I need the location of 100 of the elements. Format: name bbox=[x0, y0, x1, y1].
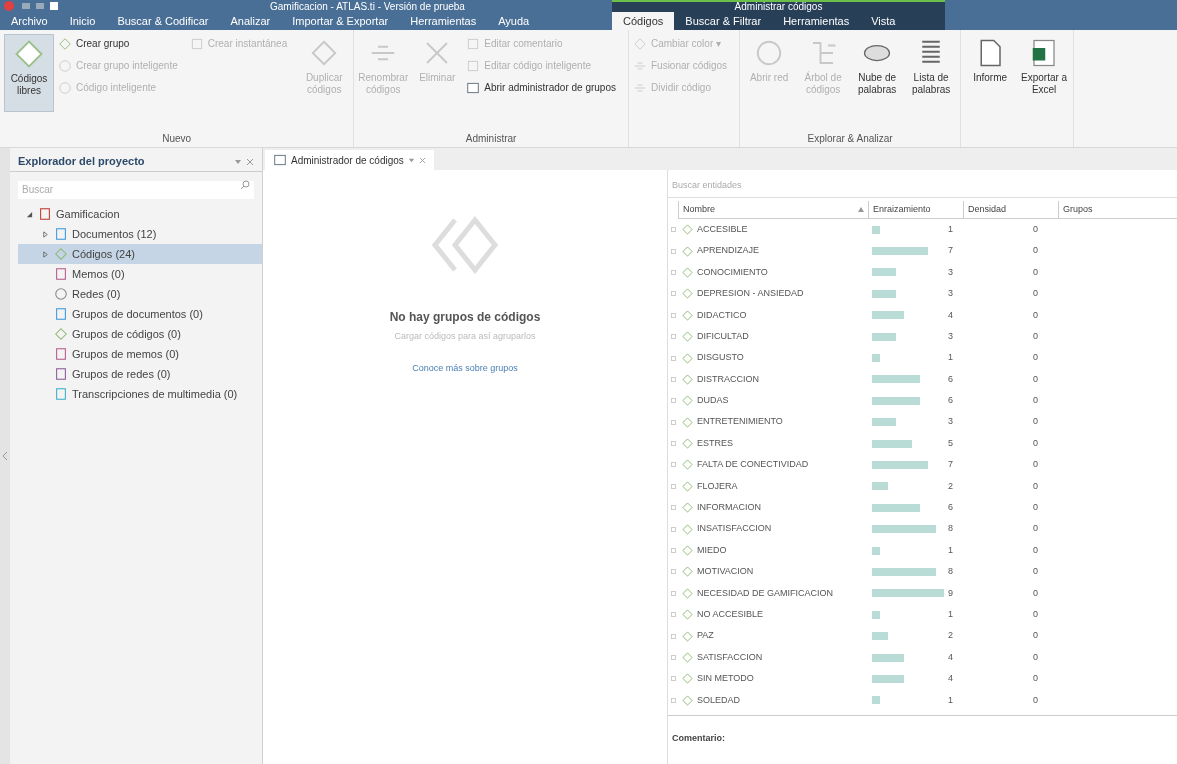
code-name: CONOCIMIENTO bbox=[697, 265, 768, 279]
checkbox-icon[interactable] bbox=[670, 227, 676, 233]
ribbon-small-button[interactable]: Crear grupo bbox=[58, 34, 178, 53]
density-count: 0 bbox=[1033, 607, 1038, 621]
menu-tab[interactable]: Inicio bbox=[58, 12, 107, 30]
menu-tab[interactable]: Herramientas bbox=[772, 12, 861, 30]
checkbox-icon[interactable] bbox=[670, 398, 676, 404]
menu-tab[interactable]: Buscar & Filtrar bbox=[674, 12, 773, 30]
checkbox-icon[interactable] bbox=[670, 612, 676, 618]
checkbox-icon[interactable] bbox=[670, 590, 676, 596]
checkbox-icon[interactable] bbox=[670, 419, 676, 425]
tree-item[interactable]: Códigos (24) bbox=[18, 244, 262, 264]
diamond-icon bbox=[682, 652, 693, 663]
tree-item[interactable]: Grupos de redes (0) bbox=[18, 364, 262, 384]
column-header[interactable]: Nombre bbox=[678, 201, 868, 218]
tree-item-label: Redes (0) bbox=[72, 286, 121, 302]
ribbon-button[interactable]: Lista de palabras bbox=[906, 34, 957, 112]
checkbox-icon[interactable] bbox=[670, 526, 676, 532]
checkbox-icon[interactable] bbox=[670, 676, 676, 682]
menu-tab[interactable]: Importar & Exportar bbox=[281, 12, 400, 30]
checkbox-icon[interactable] bbox=[670, 334, 676, 340]
ribbon-button[interactable]: Exportar a Excel bbox=[1019, 34, 1070, 112]
tree-item[interactable]: Grupos de memos (0) bbox=[18, 344, 262, 364]
code-name: DEPRESION - ANSIEDAD bbox=[697, 287, 804, 301]
search-field[interactable]: Buscar bbox=[18, 180, 254, 199]
square-icon bbox=[189, 36, 204, 51]
checkbox-icon[interactable] bbox=[670, 355, 676, 361]
menu-tab[interactable]: Vista bbox=[860, 12, 907, 30]
rooting-count: 3 bbox=[948, 415, 953, 429]
expand-arrow-icon[interactable] bbox=[41, 250, 49, 258]
dropdown-icon[interactable] bbox=[407, 156, 415, 164]
density-count: 0 bbox=[1033, 479, 1038, 493]
ribbon-button[interactable]: Informe bbox=[965, 34, 1016, 112]
diamond-icon bbox=[682, 266, 693, 278]
checkbox-icon[interactable] bbox=[670, 505, 676, 511]
collapse-panel-icon[interactable] bbox=[2, 452, 8, 460]
density-count: 0 bbox=[1033, 436, 1038, 450]
checkbox-icon[interactable] bbox=[670, 248, 676, 254]
density-count: 0 bbox=[1033, 329, 1038, 343]
tree-item[interactable]: Grupos de documentos (0) bbox=[18, 304, 262, 324]
checkbox-icon[interactable] bbox=[670, 697, 676, 703]
column-header[interactable]: Enraizamiento bbox=[868, 201, 963, 218]
diamond-icon bbox=[682, 438, 693, 450]
tree-item[interactable]: Memos (0) bbox=[18, 264, 262, 284]
rooting-bar bbox=[872, 354, 880, 363]
checkbox-icon[interactable] bbox=[670, 569, 676, 575]
diamond-icon bbox=[682, 373, 693, 385]
diamond-icon bbox=[682, 331, 693, 343]
density-count: 0 bbox=[1033, 351, 1038, 365]
tree-item[interactable]: Grupos de códigos (0) bbox=[18, 324, 262, 344]
rooting-bar bbox=[872, 696, 880, 705]
rooting-bar bbox=[872, 546, 880, 555]
checkbox-icon[interactable] bbox=[670, 312, 676, 318]
rooting-count: 7 bbox=[948, 244, 953, 258]
expand-arrow-icon[interactable] bbox=[41, 230, 49, 238]
checkbox-icon[interactable] bbox=[670, 462, 676, 468]
checkbox-icon[interactable] bbox=[670, 376, 676, 382]
menu-tab[interactable]: Buscar & Codificar bbox=[106, 12, 220, 30]
tree-item-label: Grupos de memos (0) bbox=[72, 346, 179, 362]
checkbox-icon[interactable] bbox=[670, 441, 676, 447]
close-icon[interactable] bbox=[246, 157, 254, 166]
tree-item[interactable]: Gamificacion bbox=[18, 204, 262, 224]
diamond-icon bbox=[682, 395, 693, 407]
checkbox-icon[interactable] bbox=[670, 269, 676, 275]
density-count: 0 bbox=[1033, 501, 1038, 514]
column-header[interactable]: Densidad bbox=[963, 201, 1058, 218]
rooting-bar bbox=[872, 632, 888, 641]
search-icon[interactable] bbox=[240, 180, 250, 190]
menu-tab[interactable]: Ayuda bbox=[487, 12, 541, 30]
checkbox-icon[interactable] bbox=[670, 483, 676, 489]
learn-more-link[interactable]: Conoce más sobre grupos bbox=[412, 361, 518, 375]
pin-icon[interactable] bbox=[234, 157, 242, 166]
checkbox-icon[interactable] bbox=[670, 548, 676, 554]
tree-item[interactable]: Transcripciones de multimedia (0) bbox=[18, 384, 262, 404]
menu-tab[interactable]: Códigos bbox=[612, 12, 675, 30]
tree-item[interactable]: Redes (0) bbox=[18, 284, 262, 304]
column-header[interactable]: Grupos bbox=[1058, 201, 1177, 218]
checkbox-icon[interactable] bbox=[670, 633, 676, 639]
diamond-icon bbox=[682, 309, 693, 321]
rooting-count: 1 bbox=[948, 693, 953, 707]
document-tab[interactable]: Administrador de códigos bbox=[265, 150, 434, 170]
search-field[interactable]: Buscar entidades bbox=[672, 178, 1173, 193]
code-name: DIDACTICO bbox=[697, 308, 747, 322]
checkbox-icon[interactable] bbox=[670, 655, 676, 660]
density-count: 0 bbox=[1033, 543, 1038, 557]
checkbox-icon[interactable] bbox=[670, 291, 676, 297]
diamond-icon bbox=[14, 39, 44, 69]
rooting-bar bbox=[872, 610, 880, 619]
tree-item[interactable]: Documentos (12) bbox=[18, 224, 262, 244]
ribbon-button[interactable]: Nube de palabras bbox=[852, 34, 903, 112]
tree-item-label: Grupos de documentos (0) bbox=[72, 306, 203, 322]
menu-tab[interactable]: Analizar bbox=[219, 12, 282, 30]
ribbon-button[interactable]: Códigos libres bbox=[4, 34, 54, 112]
collapse-arrow-icon[interactable] bbox=[25, 210, 33, 218]
menu-tab[interactable]: Herramientas bbox=[399, 12, 488, 30]
rooting-bar bbox=[872, 567, 936, 576]
ribbon-small-button[interactable]: Abrir administrador de grupos bbox=[466, 78, 616, 97]
menu-tab[interactable]: Archivo bbox=[0, 12, 59, 30]
close-icon[interactable] bbox=[418, 156, 426, 164]
ribbon-group-label: Nuevo bbox=[161, 132, 193, 146]
